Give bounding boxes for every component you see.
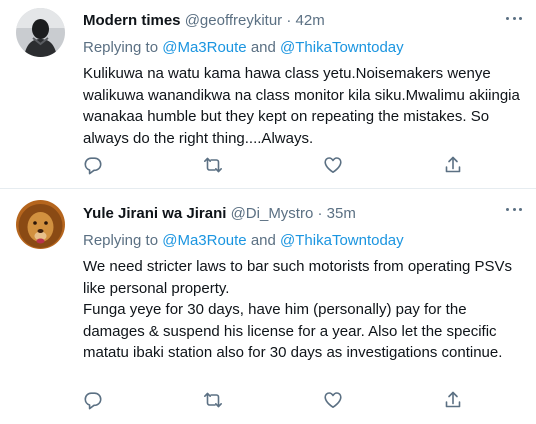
mention-link[interactable]: @Ma3Route	[162, 232, 246, 249]
display-name[interactable]: Yule Jirani wa Jirani	[83, 205, 226, 222]
reply-icon	[84, 392, 102, 410]
retweet-button[interactable]	[203, 390, 223, 410]
tweet-paragraph: Kulikuwa na watu kama hawa class yetu.No…	[83, 65, 520, 147]
like-button[interactable]	[323, 390, 343, 410]
reply-button[interactable]	[83, 390, 103, 410]
tweet-actions	[83, 390, 463, 410]
person-avatar-icon	[16, 8, 65, 57]
tweet-text: We need stricter laws to bar such motori…	[83, 256, 522, 364]
lion-avatar-icon	[16, 200, 65, 249]
replying-to: Replying to @Ma3Route and @ThikaTowntoda…	[83, 38, 522, 58]
retweet-button[interactable]	[203, 155, 223, 175]
tweet[interactable]: Yule Jirani wa Jirani @Di_Mystro · 35m R…	[0, 190, 536, 424]
reply-and: and	[246, 232, 281, 249]
replying-to: Replying to @Ma3Route and @ThikaTowntoda…	[83, 231, 522, 251]
share-icon	[445, 391, 461, 408]
like-icon	[324, 157, 342, 173]
tweet-content: Yule Jirani wa Jirani @Di_Mystro · 35m R…	[83, 204, 522, 364]
tweet-content: Modern times @geoffreykitur · 42m Replyi…	[83, 11, 522, 149]
share-button[interactable]	[443, 155, 463, 175]
separator: ·	[317, 205, 323, 222]
mention-link[interactable]: @ThikaTowntoday	[280, 39, 404, 56]
retweet-icon	[204, 157, 222, 173]
tweet-text: Kulikuwa na watu kama hawa class yetu.No…	[83, 63, 522, 149]
like-button[interactable]	[323, 155, 343, 175]
timestamp[interactable]: 42m	[296, 12, 325, 29]
user-handle[interactable]: @Di_Mystro	[231, 205, 314, 222]
like-icon	[324, 392, 342, 408]
reply-icon	[84, 157, 102, 175]
mention-link[interactable]: @Ma3Route	[162, 39, 246, 56]
tweet-actions	[83, 155, 463, 175]
avatar[interactable]	[16, 200, 65, 249]
avatar[interactable]	[16, 8, 65, 57]
reply-and: and	[246, 39, 281, 56]
display-name[interactable]: Modern times	[83, 12, 181, 29]
tweet-header: Yule Jirani wa Jirani @Di_Mystro · 35m	[83, 204, 522, 224]
reply-prefix: Replying to	[83, 232, 163, 249]
share-icon	[445, 156, 461, 173]
tweet[interactable]: Modern times @geoffreykitur · 42m Replyi…	[0, 0, 536, 189]
tweet-header: Modern times @geoffreykitur · 42m	[83, 11, 522, 31]
mention-link[interactable]: @ThikaTowntoday	[280, 232, 404, 249]
reply-prefix: Replying to	[83, 39, 163, 56]
timestamp[interactable]: 35m	[327, 205, 356, 222]
tweet-paragraph: We need stricter laws to bar such motori…	[83, 258, 513, 297]
user-handle[interactable]: @geoffreykitur	[185, 12, 283, 29]
retweet-icon	[204, 392, 222, 408]
reply-button[interactable]	[83, 155, 103, 175]
separator: ·	[286, 12, 292, 29]
share-button[interactable]	[443, 390, 463, 410]
tweet-paragraph: Funga yeye for 30 days, have him (person…	[83, 301, 503, 361]
